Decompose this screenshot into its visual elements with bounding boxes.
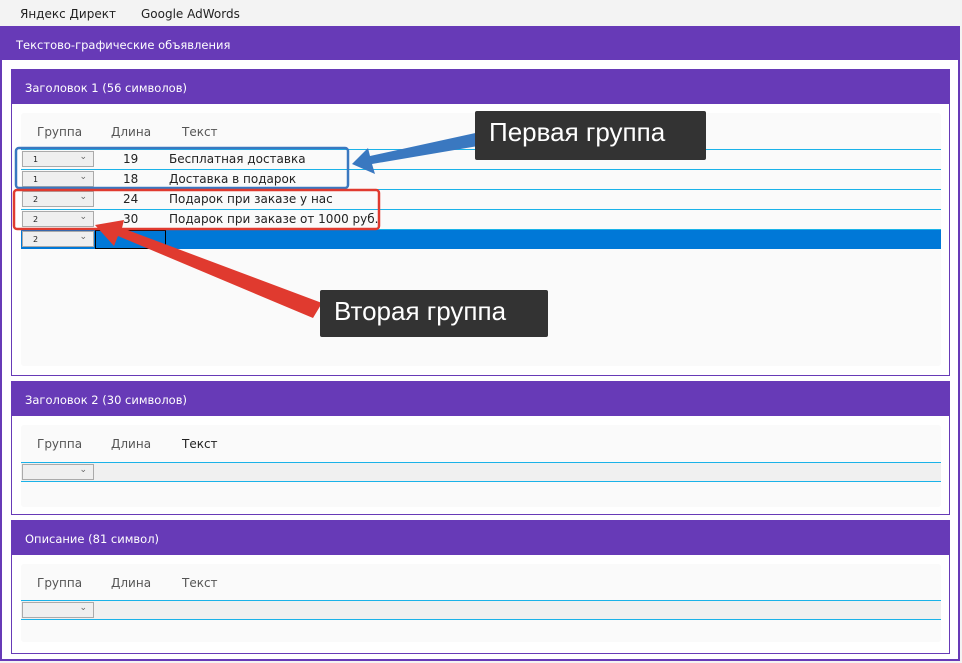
red-arrow xyxy=(95,220,322,318)
first-group-box xyxy=(14,146,350,190)
second-group-label: Вторая группа xyxy=(320,290,548,337)
blue-arrow xyxy=(352,132,484,174)
second-group-box xyxy=(12,188,381,231)
first-group-label: Первая группа xyxy=(475,111,706,160)
